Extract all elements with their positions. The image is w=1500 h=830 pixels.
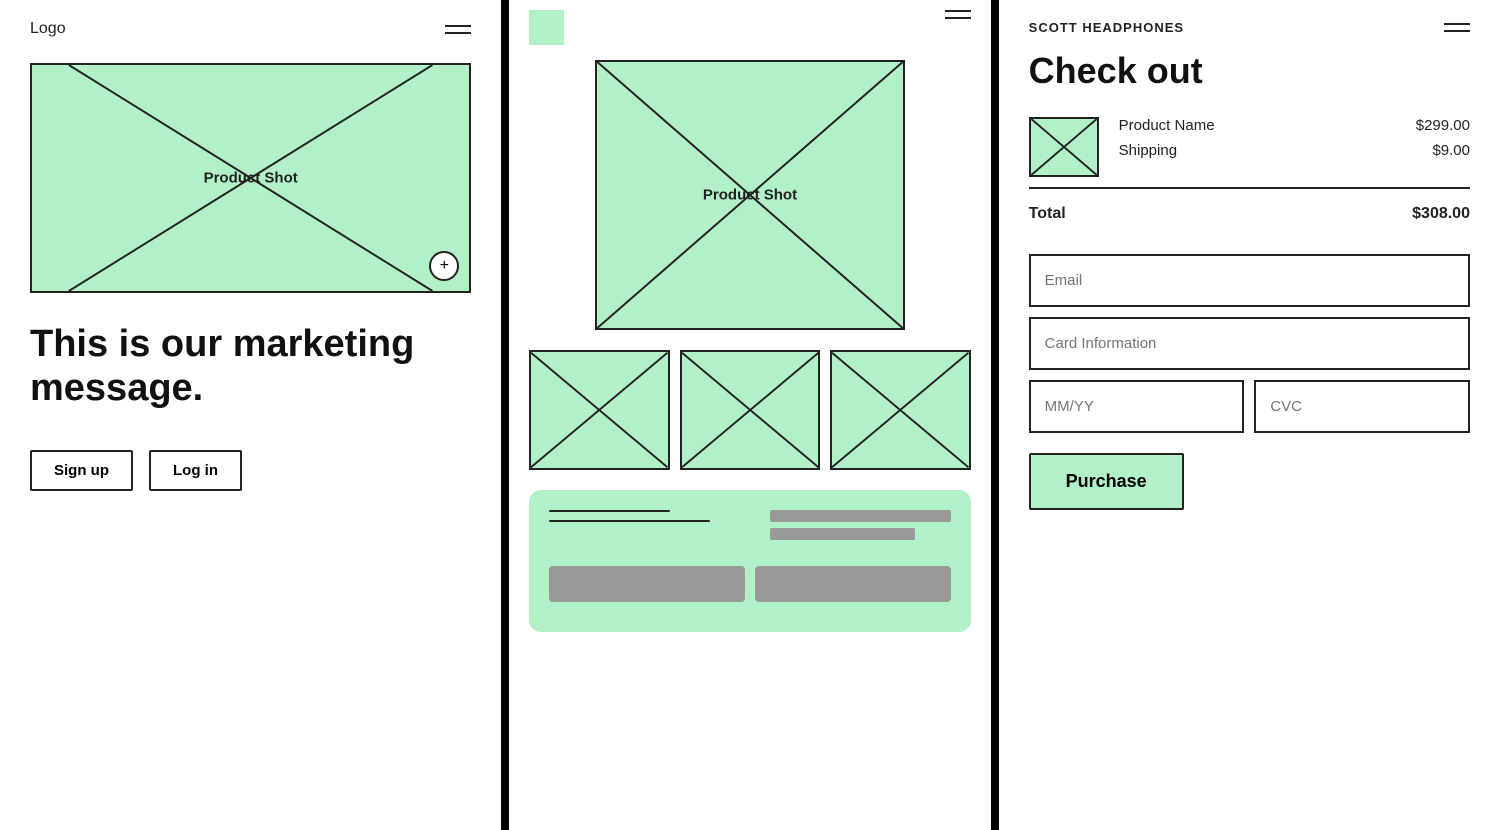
product-image: Product Shot + xyxy=(30,63,471,293)
purchase-button[interactable]: Purchase xyxy=(1029,453,1184,510)
total-price: $308.00 xyxy=(1412,205,1470,223)
order-details: Product Name $299.00 Shipping $9.00 xyxy=(1119,117,1470,167)
expiry-field[interactable] xyxy=(1029,380,1245,433)
thumbnail-2[interactable] xyxy=(680,350,820,470)
panel3-header: SCOTT HEADPHONES xyxy=(1029,0,1470,50)
logo-square xyxy=(529,10,564,45)
hamburger-menu-icon[interactable] xyxy=(445,25,471,34)
card-details-row xyxy=(1029,380,1470,433)
checkout-title: Check out xyxy=(1029,50,1470,92)
thumbnail-1[interactable] xyxy=(529,350,669,470)
product-main-label: Product Shot xyxy=(703,187,797,204)
promo-button-2[interactable] xyxy=(755,566,951,602)
shipping-price: $9.00 xyxy=(1432,142,1470,159)
order-summary: Product Name $299.00 Shipping $9.00 Tota… xyxy=(1029,117,1470,229)
checkout-form: Purchase xyxy=(1029,254,1470,510)
panel2-header xyxy=(529,0,970,60)
promo-button-1[interactable] xyxy=(549,566,745,602)
promo-buttons xyxy=(549,566,950,602)
marketing-message: This is our marketing message. xyxy=(30,323,471,410)
product-image-label: Product Shot xyxy=(204,170,298,187)
log-in-button[interactable]: Log in xyxy=(149,450,242,491)
panel-checkout: SCOTT HEADPHONES Check out Product Name … xyxy=(999,0,1500,830)
logo: Logo xyxy=(30,20,66,38)
panel-gallery: Product Shot xyxy=(509,0,990,830)
total-label: Total xyxy=(1029,205,1066,223)
order-thumbnail xyxy=(1029,117,1099,177)
order-divider xyxy=(1029,187,1470,189)
shipping-label: Shipping xyxy=(1119,142,1177,159)
panel-marketing: Logo Product Shot + This is our marketin… xyxy=(0,0,501,830)
hamburger-menu-icon-2[interactable] xyxy=(945,10,971,19)
divider-2 xyxy=(991,0,999,830)
shipping-row: Shipping $9.00 xyxy=(1119,142,1470,159)
thumbnail-3[interactable] xyxy=(830,350,970,470)
card-information-field[interactable] xyxy=(1029,317,1470,370)
order-total-row: Total $308.00 xyxy=(1029,199,1470,229)
sign-up-button[interactable]: Sign up xyxy=(30,450,133,491)
thumbnail-row xyxy=(529,350,970,470)
promo-bar-2 xyxy=(770,528,914,540)
product-name-row: Product Name $299.00 xyxy=(1119,117,1470,134)
divider-1 xyxy=(501,0,509,830)
promo-line-2 xyxy=(549,520,710,522)
product-main-image: Product Shot xyxy=(595,60,905,330)
order-row: Product Name $299.00 Shipping $9.00 xyxy=(1029,117,1470,177)
promo-right xyxy=(770,510,951,546)
product-name-label: Product Name xyxy=(1119,117,1215,134)
product-price: $299.00 xyxy=(1416,117,1470,134)
brand-name: SCOTT HEADPHONES xyxy=(1029,20,1184,35)
promo-banner xyxy=(529,490,970,632)
email-field[interactable] xyxy=(1029,254,1470,307)
panel1-header: Logo xyxy=(30,0,471,63)
promo-bar-1 xyxy=(770,510,951,522)
promo-line-1 xyxy=(549,510,669,512)
cta-buttons: Sign up Log in xyxy=(30,450,471,491)
cvc-field[interactable] xyxy=(1254,380,1470,433)
hamburger-menu-icon-3[interactable] xyxy=(1444,23,1470,32)
